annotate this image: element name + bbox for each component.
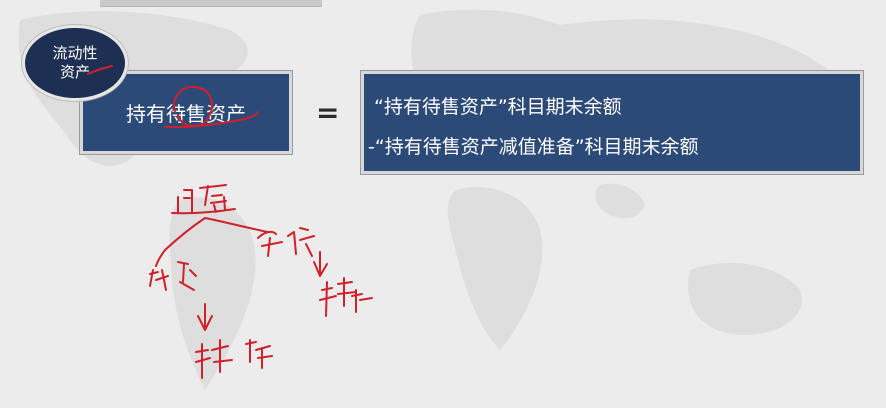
formula-box: “持有待售资产”科目期末余额 -“持有待售资产减值准备”科目期末余额 (360, 70, 864, 175)
equals-sign: = (316, 96, 340, 129)
badge-line-1: 流动性 (52, 44, 98, 62)
world-map-background (18, 9, 850, 390)
held-for-sale-assets-label: 持有待售资产 (126, 102, 246, 126)
top-strip (100, 0, 322, 7)
formula-line-1: “持有待售资产”科目期末余额 (374, 96, 622, 118)
liquidity-badge: 流动性 资产 (22, 25, 128, 101)
formula-line-2: -“持有待售资产减值准备”科目期末余额 (368, 136, 699, 158)
badge-line-2: 资产 (59, 63, 90, 81)
